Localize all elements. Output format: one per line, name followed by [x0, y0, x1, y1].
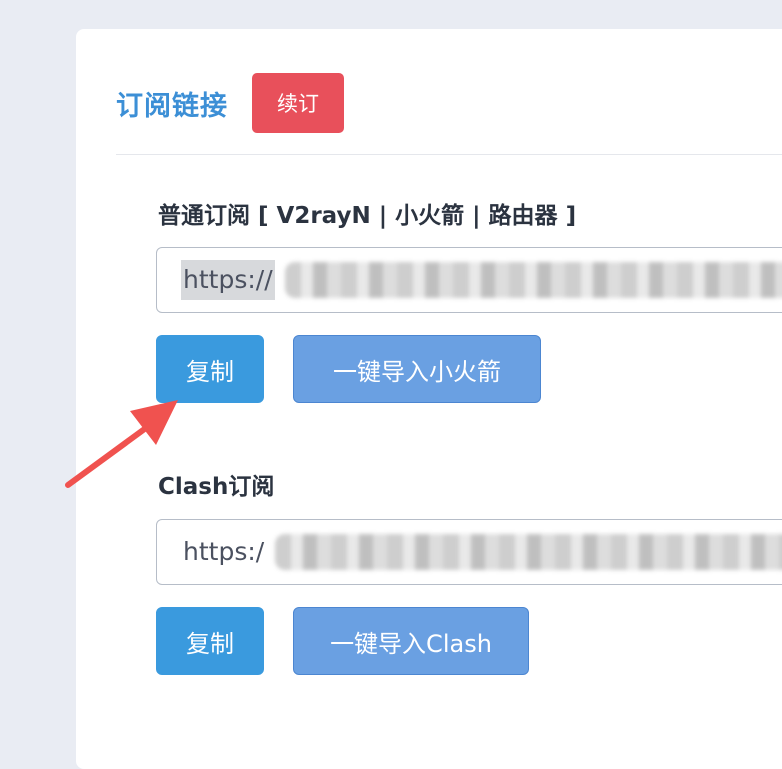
header-divider — [116, 154, 782, 155]
import-clash-button[interactable]: 一键导入Clash — [293, 607, 529, 675]
clash-subscription-url-field[interactable]: https:/ — [156, 519, 782, 585]
normal-copy-button[interactable]: 复制 — [156, 335, 264, 403]
import-shadowrocket-button[interactable]: 一键导入小火箭 — [293, 335, 541, 403]
normal-subscription-label: 普通订阅 [ V2rayN | 小火箭 | 路由器 ] — [158, 203, 577, 229]
clash-copy-button[interactable]: 复制 — [156, 607, 264, 675]
clash-subscription-url-text: https:/ — [183, 537, 265, 566]
card-header: 订阅链接 续订 — [116, 73, 344, 133]
normal-subscription-url-field[interactable]: https:// — [156, 247, 782, 313]
redacted-url-blur — [275, 534, 782, 570]
redacted-url-blur — [285, 262, 782, 298]
page-title: 订阅链接 — [116, 90, 228, 122]
annotation-arrow-icon — [65, 400, 178, 488]
normal-subscription-url-text: https:// — [181, 260, 275, 300]
renew-button[interactable]: 续订 — [252, 73, 344, 133]
